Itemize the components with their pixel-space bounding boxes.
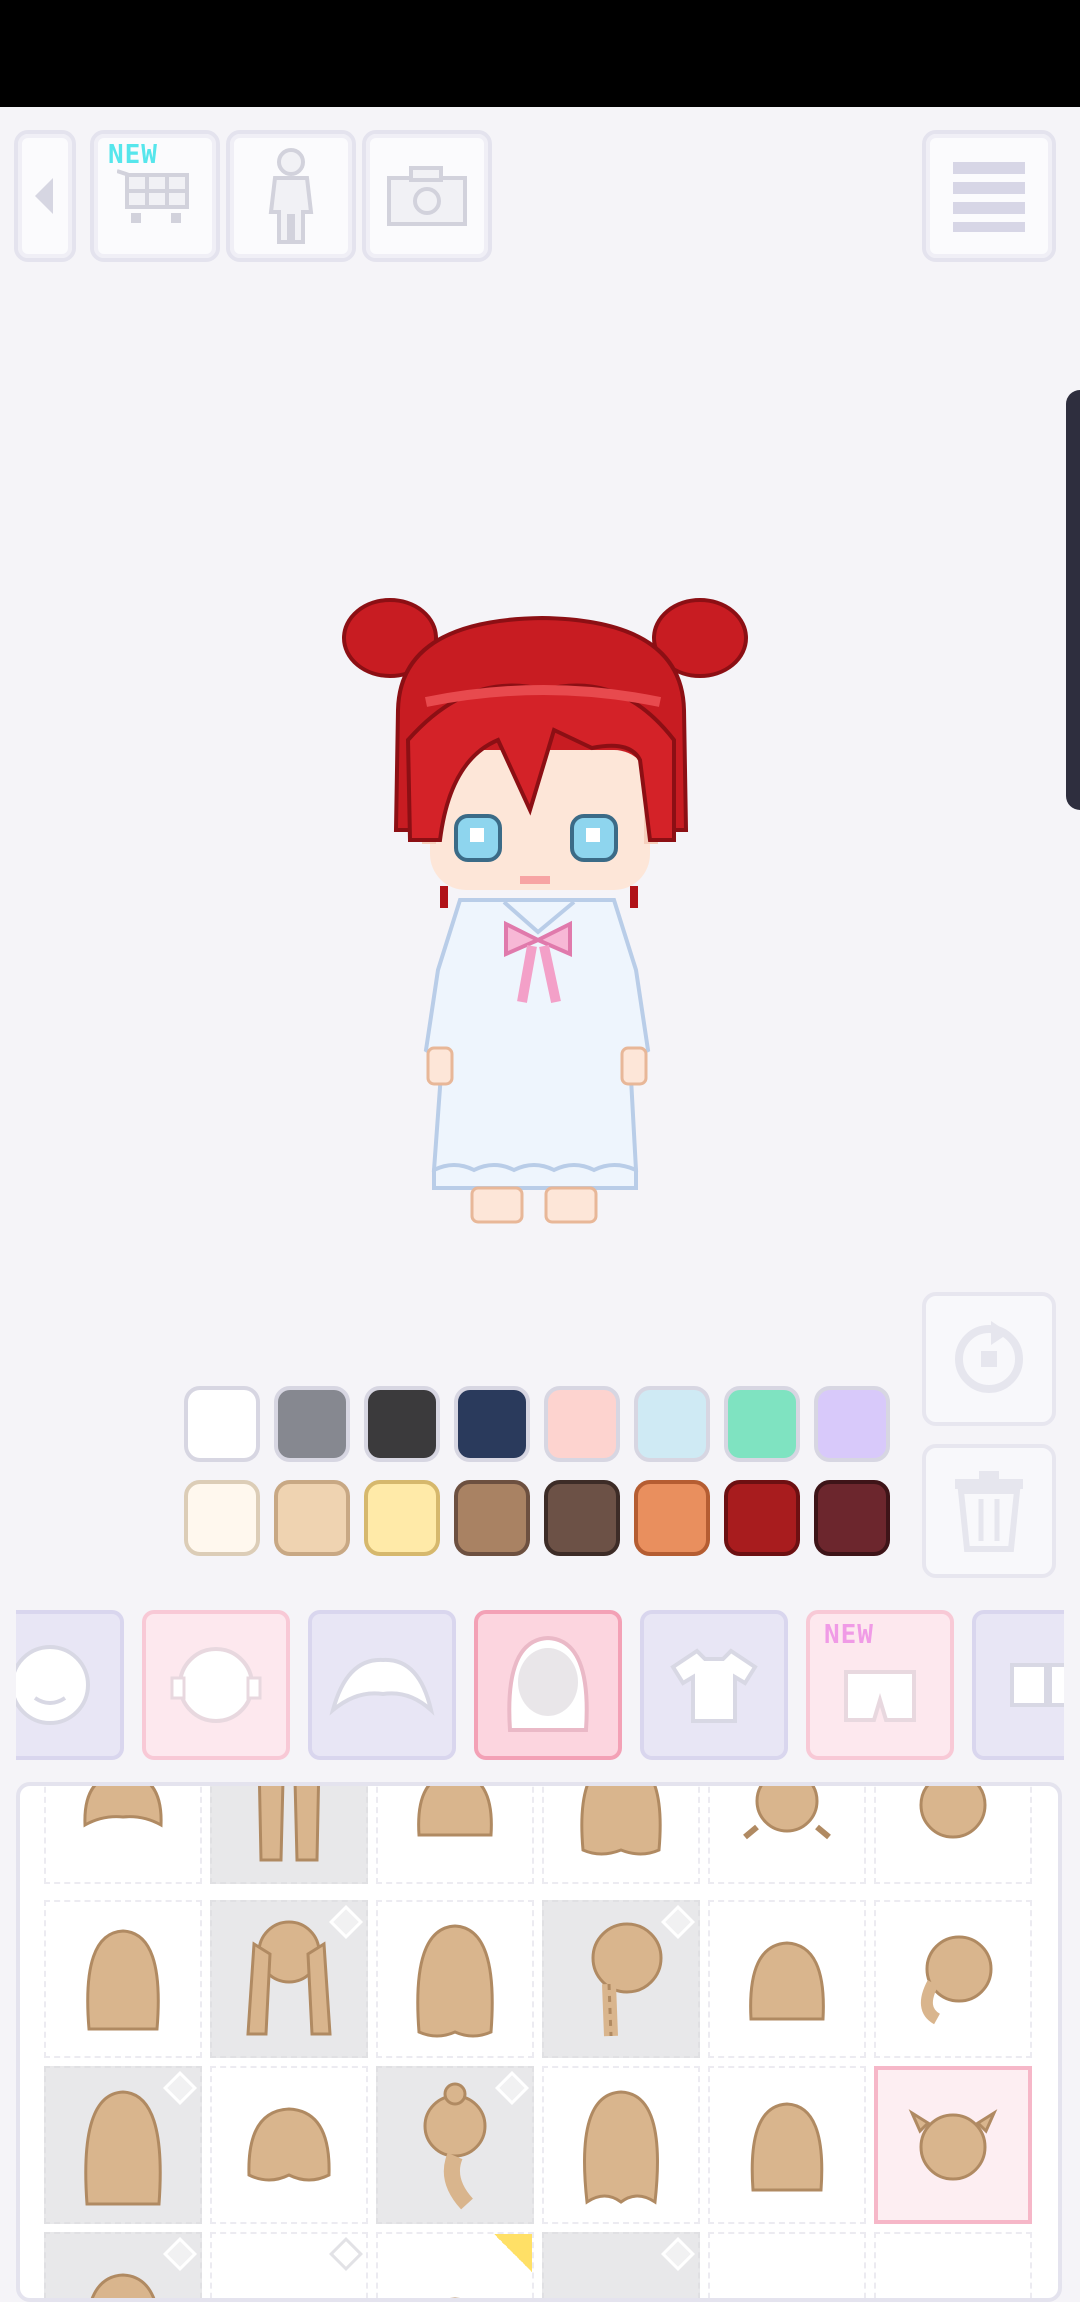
category-tabs: NEW xyxy=(16,1606,1064,1766)
hair-option[interactable] xyxy=(44,1900,202,2058)
shoes-icon xyxy=(1010,1663,1064,1707)
tab-bottom[interactable]: NEW xyxy=(806,1610,954,1760)
color-swatch[interactable] xyxy=(814,1386,890,1462)
color-swatch[interactable] xyxy=(634,1480,710,1556)
back-button[interactable] xyxy=(14,130,76,262)
shop-button[interactable]: NEW xyxy=(90,130,220,262)
hair-option[interactable] xyxy=(542,1900,700,2058)
tab-bangs[interactable] xyxy=(308,1610,456,1760)
hair-option[interactable] xyxy=(708,1900,866,2058)
hair-option[interactable] xyxy=(210,1900,368,2058)
hair-icon xyxy=(423,2082,487,2210)
color-swatch[interactable] xyxy=(724,1480,800,1556)
color-swatch[interactable] xyxy=(544,1386,620,1462)
hair-icon xyxy=(583,2090,659,2205)
hair-option[interactable] xyxy=(708,2232,866,2298)
face-icon xyxy=(16,1645,90,1725)
hair-option[interactable] xyxy=(44,2066,202,2224)
undo-button[interactable] xyxy=(922,1292,1056,1426)
hair-option[interactable] xyxy=(210,2066,368,2224)
lock-icon xyxy=(329,2237,363,2271)
hair-option[interactable] xyxy=(376,1786,534,1884)
color-swatch[interactable] xyxy=(184,1480,260,1556)
color-swatch[interactable] xyxy=(274,1480,350,1556)
hair-option[interactable] xyxy=(376,2066,534,2224)
hair-icon xyxy=(750,2102,824,2192)
hair-icon xyxy=(908,2109,998,2181)
hair-icon xyxy=(743,1786,831,1840)
hair-option[interactable] xyxy=(708,1786,866,1884)
tab-head[interactable] xyxy=(142,1610,290,1760)
premium-tag xyxy=(494,2234,532,2272)
color-swatch[interactable] xyxy=(814,1480,890,1556)
hair-style-grid xyxy=(16,1782,1062,2302)
shop-cart-icon xyxy=(117,169,189,223)
color-swatch[interactable] xyxy=(364,1386,440,1462)
shorts-icon xyxy=(844,1670,916,1722)
hair-option[interactable] xyxy=(708,2066,866,2224)
hair-option[interactable] xyxy=(44,1786,202,1884)
hair-option[interactable] xyxy=(210,2232,368,2298)
undo-icon xyxy=(955,1321,1023,1393)
hair-option[interactable] xyxy=(874,2232,1032,2298)
shirt-icon xyxy=(670,1648,758,1723)
hair-icon xyxy=(416,1924,494,2038)
hair-option[interactable] xyxy=(376,2232,534,2298)
tab-face[interactable] xyxy=(16,1610,124,1760)
hair-icon xyxy=(571,2261,671,2302)
hair-option[interactable] xyxy=(376,1900,534,2058)
hair-icon xyxy=(749,1941,825,2021)
color-swatch[interactable] xyxy=(454,1386,530,1462)
color-swatch[interactable] xyxy=(364,1480,440,1556)
back-arrow-icon xyxy=(35,178,53,214)
hair-icon xyxy=(580,1786,662,1856)
hair-option[interactable] xyxy=(210,1786,368,1884)
hair-option[interactable] xyxy=(542,2066,700,2224)
tab-back-hair[interactable] xyxy=(474,1610,622,1760)
hair-icon xyxy=(921,1935,993,2025)
body-icon xyxy=(268,148,314,244)
head-icon xyxy=(170,1647,262,1723)
color-swatch[interactable] xyxy=(544,1480,620,1556)
tab-top[interactable] xyxy=(640,1610,788,1760)
status-bar xyxy=(0,0,1080,107)
camera-button[interactable] xyxy=(362,130,492,262)
side-panel-handle[interactable] xyxy=(1066,390,1080,810)
hair-icon xyxy=(247,2107,331,2182)
color-swatch[interactable] xyxy=(454,1480,530,1556)
hair-option[interactable] xyxy=(542,2232,700,2302)
hair-icon xyxy=(84,2090,162,2206)
hair-option[interactable] xyxy=(874,1900,1032,2058)
camera-icon xyxy=(387,166,467,226)
hair-icon xyxy=(450,2297,460,2298)
hair-icon xyxy=(258,1786,320,1862)
hair-icon xyxy=(417,1786,493,1837)
menu-button[interactable] xyxy=(922,130,1056,262)
color-swatch[interactable] xyxy=(274,1386,350,1462)
color-swatch[interactable] xyxy=(184,1386,260,1462)
new-badge: NEW xyxy=(824,1620,874,1650)
hair-option[interactable] xyxy=(874,1786,1032,1884)
color-swatch[interactable] xyxy=(634,1386,710,1462)
hair-option[interactable] xyxy=(542,1786,700,1884)
hair-icon xyxy=(591,1922,663,2037)
body-button[interactable] xyxy=(226,130,356,262)
hair-icon xyxy=(919,1786,987,1839)
bangs-icon xyxy=(329,1657,435,1716)
new-badge: NEW xyxy=(108,140,158,170)
color-swatch[interactable] xyxy=(724,1386,800,1462)
hair-icon xyxy=(246,1920,332,2036)
menu-icon xyxy=(953,162,1025,232)
hair-icon xyxy=(83,1786,163,1828)
hair-icon xyxy=(90,2273,156,2298)
back-hair-icon xyxy=(507,1635,589,1732)
hair-icon xyxy=(86,1929,160,2031)
hair-option[interactable] xyxy=(44,2232,202,2298)
trash-button[interactable] xyxy=(922,1444,1056,1578)
avatar-preview xyxy=(330,590,750,1230)
tab-shoes[interactable] xyxy=(972,1610,1064,1760)
trash-icon xyxy=(955,1471,1023,1552)
hair-option-selected[interactable] xyxy=(874,2066,1032,2224)
